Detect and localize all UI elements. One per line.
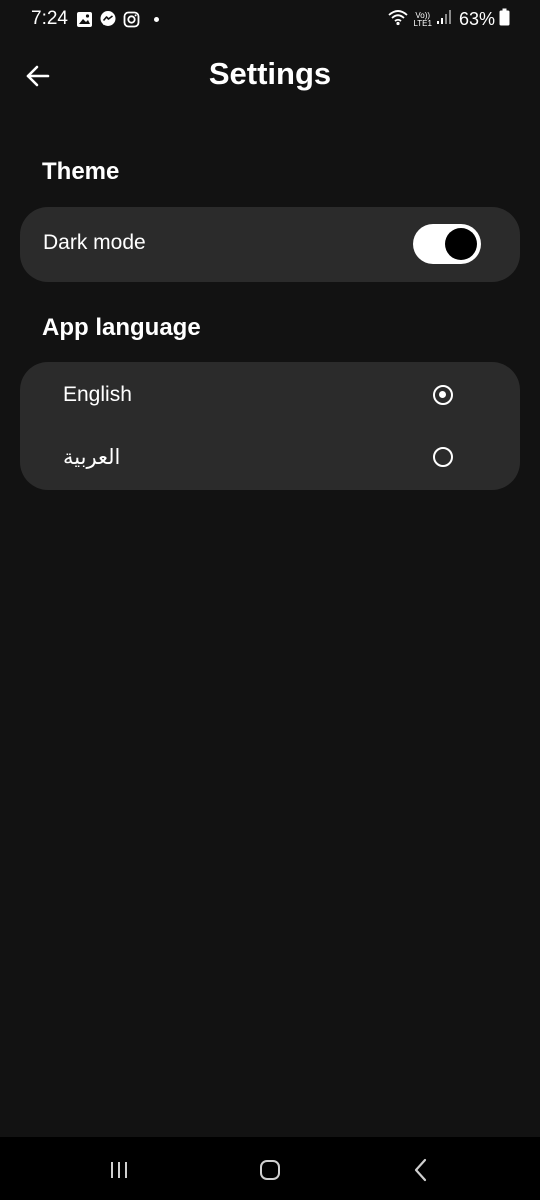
system-back-button[interactable]	[406, 1155, 436, 1185]
messenger-icon	[99, 10, 117, 28]
more-notifications-dot	[154, 16, 159, 22]
signal-icon	[436, 9, 452, 30]
language-option-arabic[interactable]: العربية	[20, 427, 520, 489]
language-option-english[interactable]: English	[20, 365, 520, 427]
toggle-knob	[445, 228, 477, 260]
lte-label: LTE1	[413, 18, 432, 28]
recent-apps-icon	[111, 1162, 127, 1178]
instagram-icon	[123, 11, 140, 28]
radio-selected-icon[interactable]	[433, 385, 453, 405]
status-time: 7:24	[31, 8, 68, 29]
dark-mode-label: Dark mode	[43, 231, 146, 254]
language-section-title: App language	[42, 314, 201, 341]
language-label: العربية	[63, 446, 121, 469]
wifi-icon	[387, 8, 409, 31]
volte-indicator: Vo)) LTE1	[413, 11, 432, 28]
gallery-icon	[76, 11, 93, 28]
language-label: English	[63, 383, 132, 406]
dark-mode-toggle[interactable]	[413, 224, 481, 264]
home-icon	[260, 1160, 280, 1180]
dark-mode-card: Dark mode	[20, 207, 520, 282]
navigation-bar	[0, 1137, 540, 1200]
battery-percent: 63%	[458, 9, 495, 29]
home-button[interactable]	[255, 1155, 285, 1185]
battery-icon	[499, 8, 510, 31]
back-icon	[414, 1158, 427, 1182]
language-card: English العربية	[20, 362, 520, 490]
settings-screen: 7:24 Vo)) LTE1 63% Settings Theme Dark m…	[0, 0, 540, 1200]
recent-apps-button[interactable]	[104, 1155, 134, 1185]
system-status-icons: Vo)) LTE1 63%	[387, 8, 510, 31]
theme-section-title: Theme	[42, 158, 120, 185]
radio-unselected-icon[interactable]	[433, 447, 453, 467]
status-bar: 7:24 Vo)) LTE1 63%	[0, 0, 540, 40]
page-title: Settings	[208, 56, 332, 91]
radio-dot	[439, 391, 446, 398]
notification-icons	[76, 10, 159, 28]
